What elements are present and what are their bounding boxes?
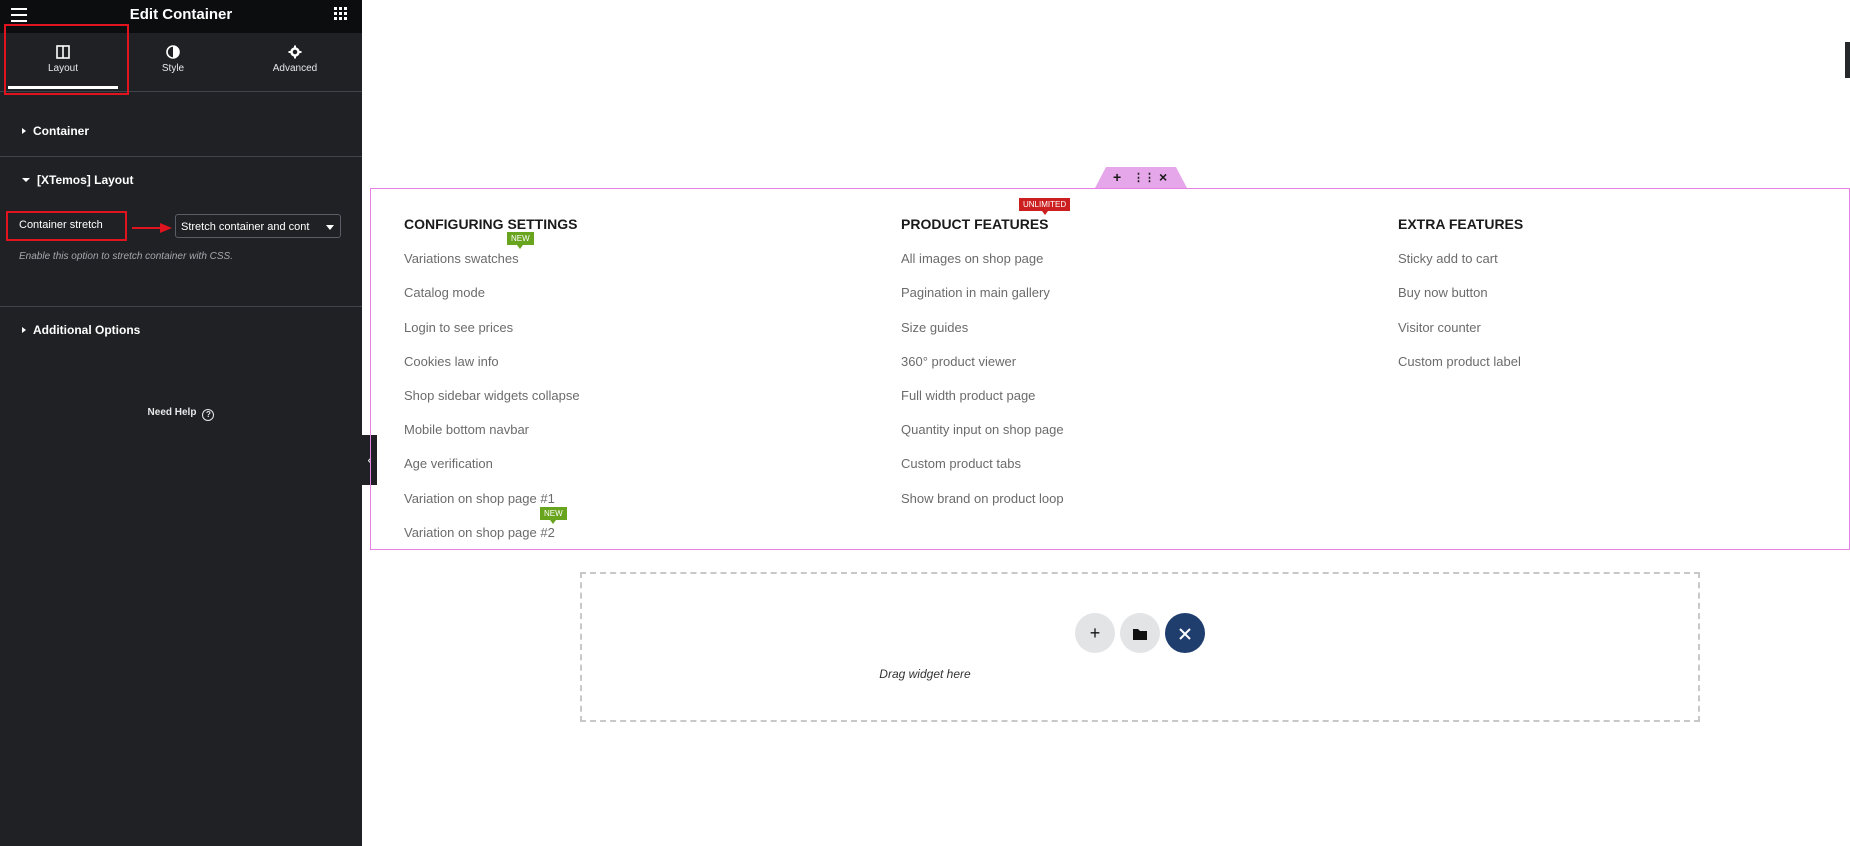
tab-advanced-label: Advanced (272, 63, 318, 74)
list-item[interactable]: Pagination in main gallery (901, 285, 1050, 300)
caret-right-icon (22, 327, 26, 333)
canvas-scrollbar[interactable] (1845, 42, 1850, 78)
list-item[interactable]: Cookies law info (404, 354, 499, 369)
section-xtemos-label: [XTemos] Layout (37, 173, 134, 187)
list-item[interactable]: Visitor counter (1398, 320, 1481, 335)
caret-down-icon (22, 178, 30, 182)
highlight-box-stretch-label (6, 211, 127, 241)
list-item[interactable]: Variation on shop page #2 (404, 525, 555, 540)
list-item[interactable]: Catalog mode (404, 285, 485, 300)
gear-icon (288, 45, 302, 59)
folder-icon (1133, 629, 1147, 640)
apps-grid-icon[interactable] (334, 7, 348, 21)
drag-handle-icon[interactable]: ⋮⋮ (1133, 171, 1155, 184)
new-badge: NEW (540, 507, 567, 524)
plus-icon: + (1089, 623, 1101, 643)
editor-panel: Edit Container Layout Style Advanced Con… (0, 0, 362, 846)
close-icon[interactable]: × (1159, 169, 1167, 185)
dropzone-text: Drag widget here (879, 667, 971, 681)
panel-title: Edit Container (129, 6, 233, 23)
tab-style-label: Style (161, 63, 185, 74)
section-additional-label: Additional Options (33, 323, 141, 337)
container-handle: + ⋮⋮ × (1095, 167, 1187, 188)
xtemos-logo-icon (1179, 628, 1191, 640)
list-item[interactable]: All images on shop page (901, 251, 1043, 266)
add-section-button[interactable]: + (1075, 613, 1115, 653)
column-heading: PRODUCT FEATURES (901, 216, 1049, 232)
list-item[interactable]: Login to see prices (404, 320, 513, 335)
xtemos-library-button[interactable] (1165, 613, 1205, 653)
tab-advanced[interactable]: Advanced (240, 33, 350, 91)
question-icon: ? (202, 409, 215, 421)
list-item[interactable]: Custom product label (1398, 354, 1521, 369)
list-item[interactable]: Variation on shop page #1 (404, 491, 555, 506)
section-container: Container (0, 92, 362, 157)
section-container-label: Container (33, 124, 90, 138)
list-item[interactable]: Custom product tabs (901, 456, 1021, 471)
chevron-down-icon (326, 225, 334, 230)
new-badge: NEW (507, 232, 534, 249)
section-additional-toggle[interactable]: Additional Options (22, 323, 140, 337)
caret-right-icon (22, 128, 26, 134)
list-item[interactable]: Age verification (404, 456, 493, 471)
list-item[interactable]: Size guides (901, 320, 968, 335)
container-stretch-hint: Enable this option to stretch container … (19, 251, 234, 262)
list-item[interactable]: Show brand on product loop (901, 491, 1064, 506)
list-item[interactable]: Full width product page (901, 388, 1035, 403)
arrow-right-icon (132, 223, 172, 233)
contrast-icon (166, 45, 180, 59)
container-stretch-select[interactable]: Stretch container and cont (175, 214, 341, 238)
container-stretch-value: Stretch container and cont (181, 221, 310, 233)
highlight-box-layout-tab (4, 24, 129, 95)
list-item[interactable]: 360° product viewer (901, 354, 1016, 369)
section-xtemos-toggle[interactable]: [XTemos] Layout (22, 173, 133, 187)
list-item[interactable]: Variations swatches (404, 251, 519, 266)
tab-style[interactable]: Style (118, 33, 228, 91)
list-item[interactable]: Quantity input on shop page (901, 422, 1064, 437)
section-container-toggle[interactable]: Container (22, 124, 89, 138)
add-template-button[interactable] (1120, 613, 1160, 653)
column-heading: EXTRA FEATURES (1398, 216, 1524, 232)
list-item[interactable]: Buy now button (1398, 285, 1488, 300)
add-element-icon[interactable]: + (1113, 169, 1121, 185)
list-item[interactable]: Shop sidebar widgets collapse (404, 388, 580, 403)
list-item[interactable]: Sticky add to cart (1398, 251, 1498, 266)
need-help-link[interactable]: Need Help? (0, 407, 362, 421)
list-item[interactable]: Mobile bottom navbar (404, 422, 529, 437)
need-help-label: Need Help (147, 407, 197, 418)
column-heading: CONFIGURING SETTINGS (404, 216, 578, 232)
unlimited-badge: UNLIMITED (1019, 198, 1071, 215)
selected-container[interactable] (370, 188, 1850, 550)
